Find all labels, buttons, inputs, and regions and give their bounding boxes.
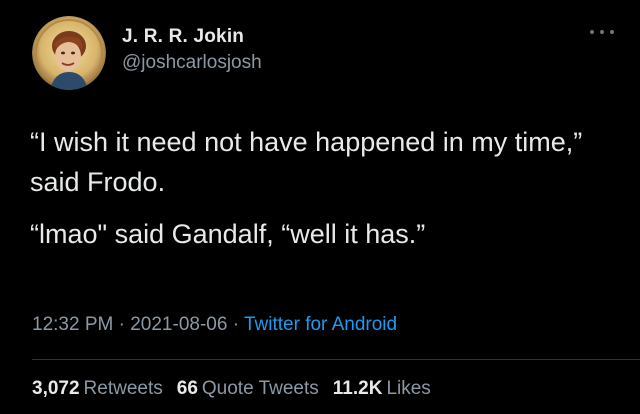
likes-label: Likes (386, 378, 431, 399)
tweet-text-line-1: “I wish it need not have happened in my … (30, 127, 583, 197)
divider (32, 359, 640, 360)
tweet-text: “I wish it need not have happened in my … (30, 122, 620, 254)
author-display-name[interactable]: J. R. R. Jokin (122, 25, 262, 49)
author-avatar[interactable] (32, 16, 106, 90)
more-dot (600, 30, 604, 34)
portrait-avatar-icon (32, 16, 106, 90)
tweet-card: J. R. R. Jokin @joshcarlosjosh “I wish i… (0, 0, 640, 414)
likes-count: 11.2K (332, 378, 383, 399)
retweets-label: Retweets (83, 378, 163, 399)
likes-stat[interactable]: 11.2K Likes (333, 378, 431, 400)
meta-separator: · (118, 314, 125, 335)
retweets-count: 3,072 (32, 378, 80, 399)
more-dot (590, 30, 594, 34)
engagement-stats: 3,072 Retweets 66 Quote Tweets 11.2K Likes (32, 378, 445, 400)
tweet-date[interactable]: 2021-08-06 (130, 314, 227, 335)
tweet-meta: 12:32 PM · 2021-08-06 · Twitter for Andr… (32, 314, 397, 336)
tweet-text-line-2: “lmao" said Gandalf, “well it has.” (30, 219, 426, 249)
author-handle[interactable]: @joshcarlosjosh (122, 51, 262, 75)
meta-separator: · (232, 314, 240, 335)
tweet-time[interactable]: 12:32 PM (32, 314, 113, 335)
retweets-stat[interactable]: 3,072 Retweets (32, 378, 163, 400)
author-identity: J. R. R. Jokin @joshcarlosjosh (122, 25, 262, 75)
quote-tweets-stat[interactable]: 66 Quote Tweets (177, 378, 319, 400)
tweet-source-link[interactable]: Twitter for Android (244, 314, 397, 335)
more-options-icon[interactable] (590, 26, 614, 38)
quote-tweets-label: Quote Tweets (201, 378, 319, 399)
more-dot (610, 30, 614, 34)
tweet-header: J. R. R. Jokin @joshcarlosjosh (32, 16, 262, 90)
quote-tweets-count: 66 (176, 378, 198, 399)
